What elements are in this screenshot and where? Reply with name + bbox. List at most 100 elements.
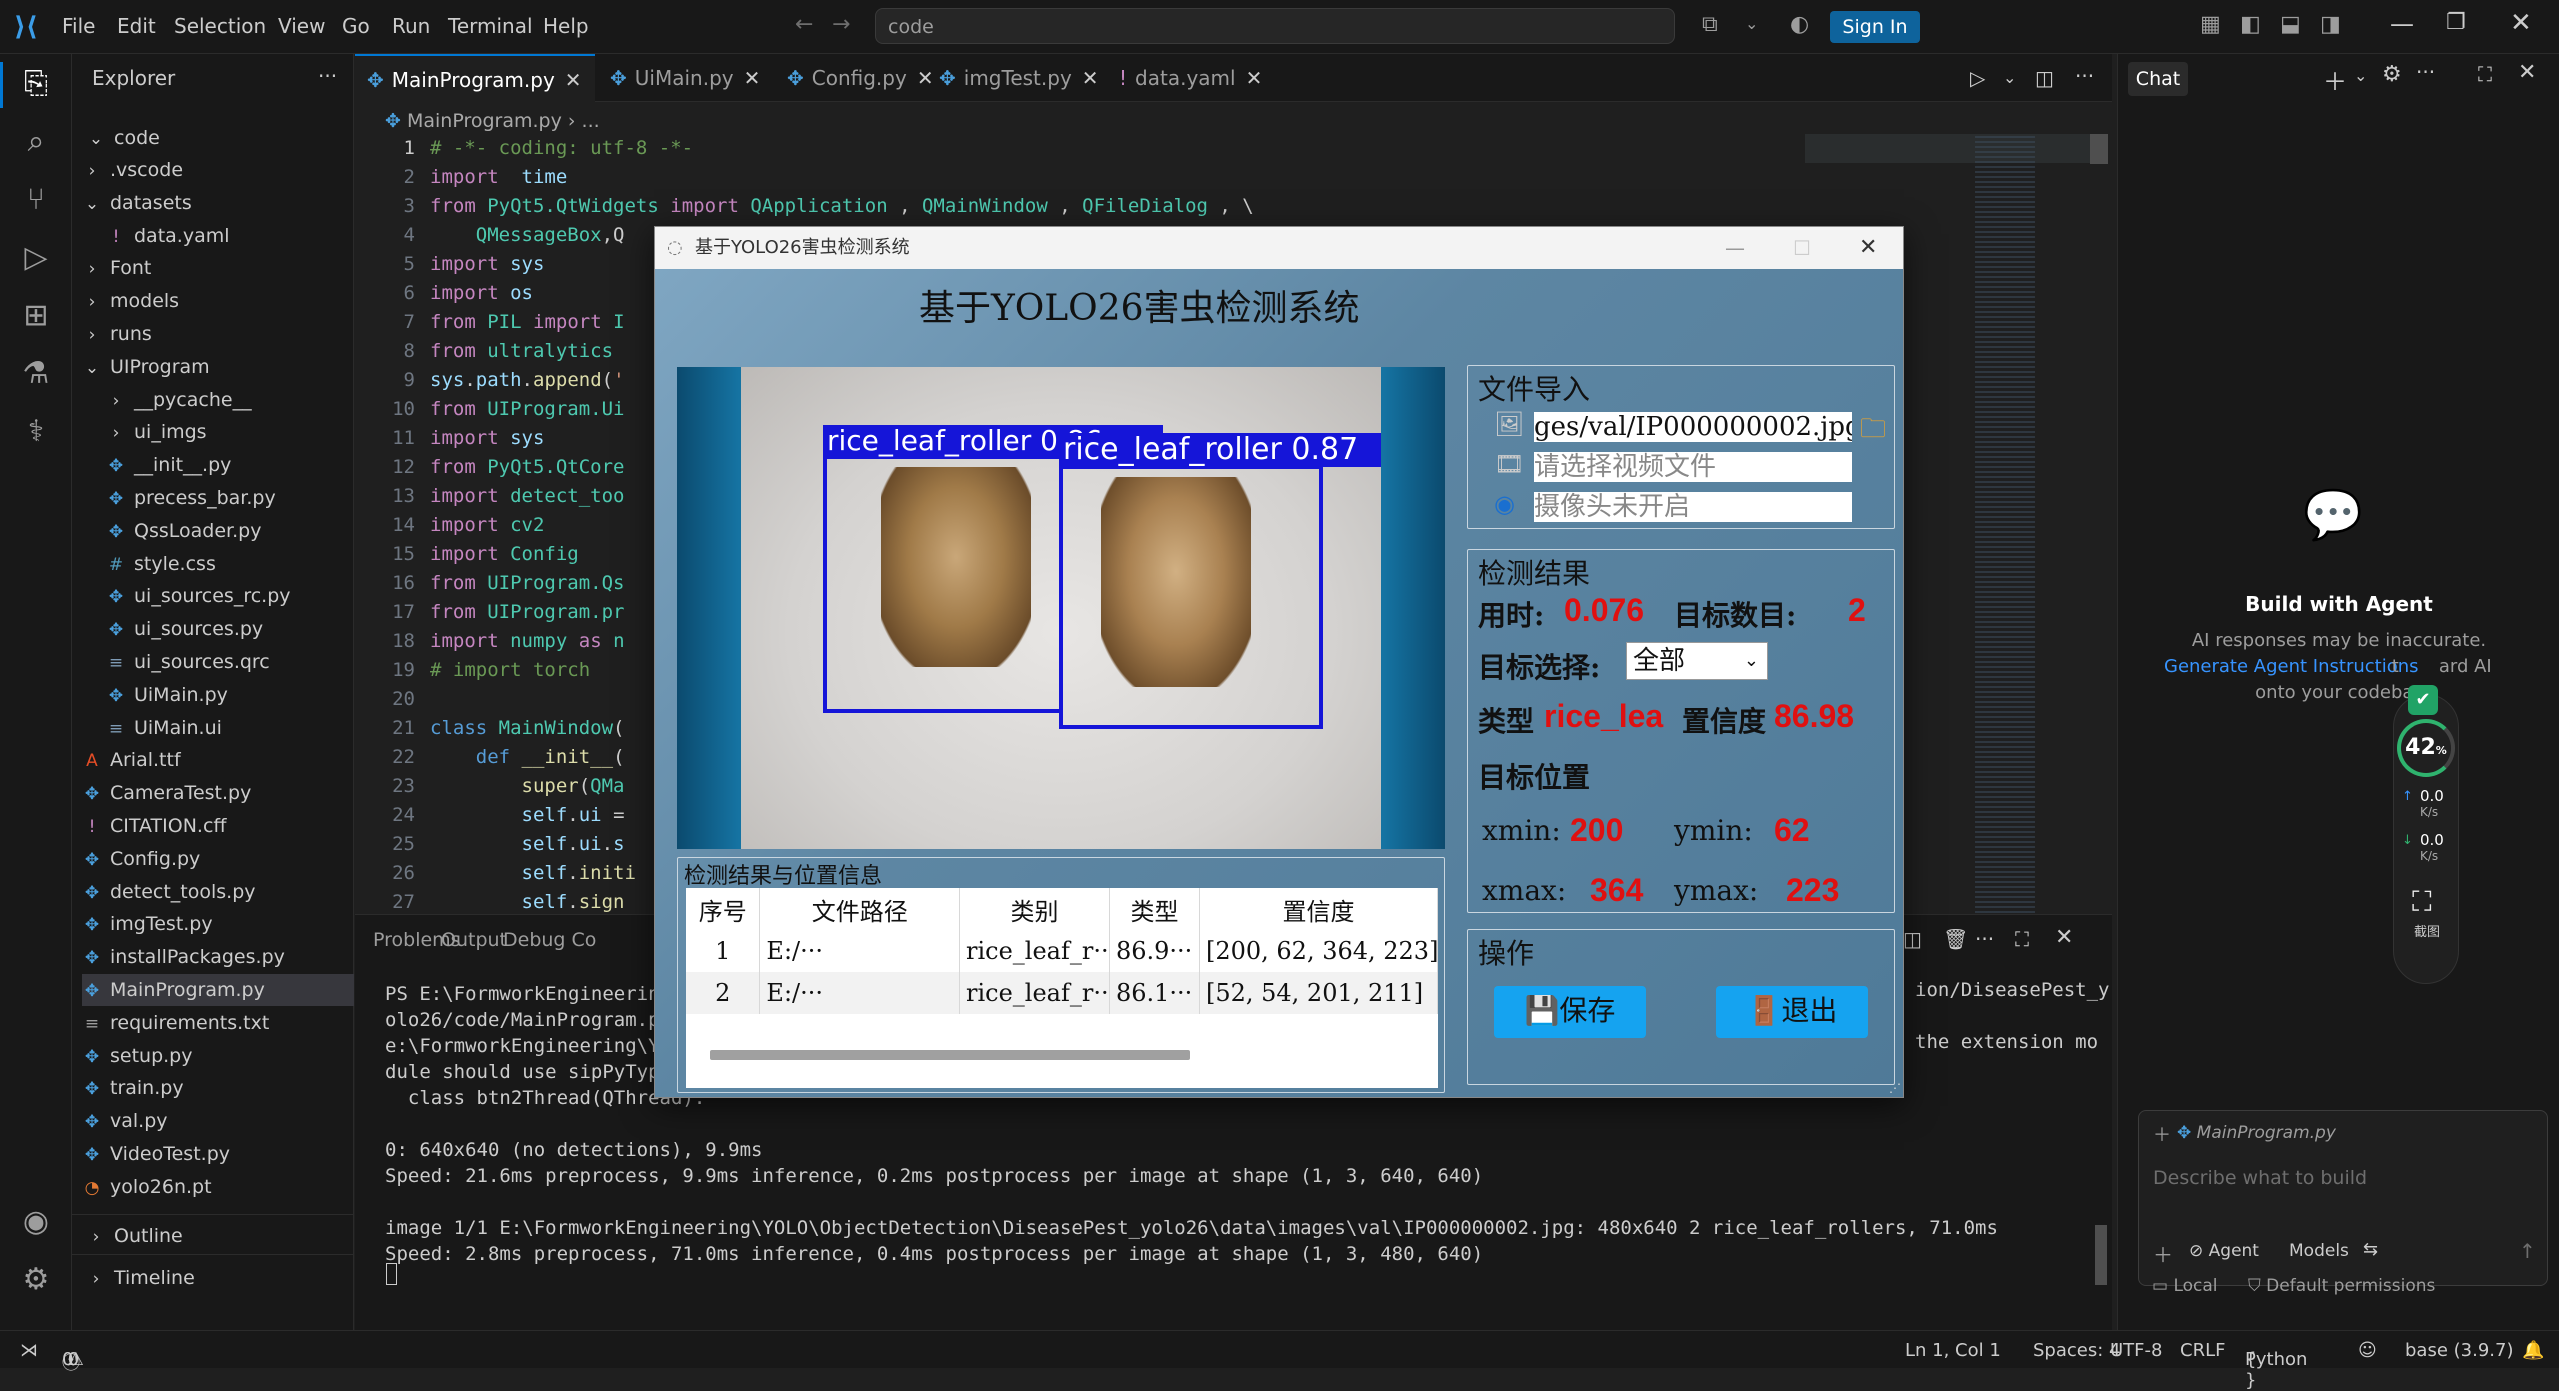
tree-item[interactable]: ✥ Config.py	[82, 843, 200, 875]
table-header-cell[interactable]: 文件路径	[759, 888, 960, 930]
settings-gear-icon[interactable]: ⚙	[16, 1260, 56, 1300]
tree-item[interactable]: ✥ setup.py	[82, 1040, 193, 1072]
tree-item[interactable]: ✥ detect_tools.py	[82, 876, 256, 908]
chevron-down-icon[interactable]: ⌄	[2003, 68, 2016, 87]
table-header-cell[interactable]: 类别	[959, 888, 1110, 930]
chevron-down-icon[interactable]: ⌄	[1745, 14, 1758, 33]
table-header-cell[interactable]: 置信度	[1199, 888, 1438, 930]
indentation[interactable]: Spaces: 4	[2033, 1340, 2120, 1361]
layout-customize-icon[interactable]: ▦	[2200, 12, 2221, 37]
maximize-icon[interactable]: ⛶	[2478, 62, 2492, 86]
breadcrumb-file[interactable]: MainProgram.py	[407, 110, 562, 132]
more-actions-icon[interactable]: ···	[1975, 927, 1994, 951]
menu-view[interactable]: View	[278, 14, 325, 38]
split-editor-icon[interactable]: ◫	[2035, 66, 2054, 90]
problems-status[interactable]: ⓧ 0 ⚠ 0	[62, 1340, 84, 1374]
tree-item[interactable]: › __pycache__	[106, 384, 252, 416]
camera-status-field[interactable]: 摄像头未开启	[1534, 492, 1852, 522]
toggle-secondary-sidebar-icon[interactable]: ◨	[2320, 12, 2341, 37]
exit-button[interactable]: 🚪退出	[1716, 986, 1868, 1038]
toggle-panel-icon[interactable]: ⬓	[2280, 12, 2301, 37]
tree-item[interactable]: ✥ UiMain.py	[106, 679, 228, 711]
end-of-line[interactable]: CRLF	[2180, 1340, 2225, 1361]
video-path-field[interactable]: 请选择视频文件	[1534, 452, 1852, 482]
qt-maximize-icon[interactable]: ☐	[1793, 227, 1811, 269]
image-path-field[interactable]: ges/val/IP000000002.jpg	[1534, 412, 1852, 442]
table-header-cell[interactable]: 类型	[1109, 888, 1200, 930]
close-icon[interactable]: ✕	[2518, 60, 2536, 85]
testing-icon[interactable]: ⚗	[16, 354, 56, 394]
more-actions-icon[interactable]: ···	[318, 64, 337, 88]
trash-icon[interactable]: 🗑	[1943, 927, 1968, 951]
close-tab-icon[interactable]: ✕	[744, 66, 761, 90]
split-terminal-icon[interactable]: ◫	[1903, 927, 1922, 951]
panel-tab-debug-co[interactable]: Debug Co	[503, 929, 596, 951]
source-control-icon[interactable]: ⑂	[16, 180, 56, 220]
chat-title-tab[interactable]: Chat	[2128, 62, 2188, 96]
python-icon[interactable]: ⚕	[16, 412, 56, 452]
tree-item[interactable]: ✥ ui_sources_rc.py	[106, 580, 291, 612]
tree-item[interactable]: ✥ val.py	[82, 1105, 168, 1137]
encoding[interactable]: UTF-8	[2110, 1340, 2162, 1361]
restore-icon[interactable]: ❐	[2446, 10, 2466, 35]
terminal-scrollbar[interactable]	[2095, 1225, 2107, 1285]
copilot-icon[interactable]: ⧉	[1702, 12, 1718, 37]
command-center-search[interactable]: code	[875, 8, 1675, 44]
close-panel-icon[interactable]: ✕	[2055, 925, 2073, 950]
explorer-icon[interactable]: ⎘	[16, 64, 56, 104]
tree-item[interactable]: ! data.yaml	[106, 220, 230, 252]
tree-item[interactable]: ✥ ui_sources.py	[106, 613, 263, 645]
tree-item[interactable]: ✥ QssLoader.py	[106, 515, 262, 547]
tree-item[interactable]: ✥ __init__.py	[106, 449, 232, 481]
tab-config-py[interactable]: ✥ Config.py ✕	[775, 54, 934, 102]
agent-mode-picker[interactable]: ⊘ Agent	[2189, 1241, 2259, 1261]
screenshot-icon[interactable]: ⛶	[2412, 885, 2432, 919]
editor-scrollbar[interactable]	[2090, 134, 2108, 164]
tree-item[interactable]: ⌄ UIProgram	[82, 351, 210, 383]
tree-item[interactable]: › ui_imgs	[106, 416, 207, 448]
menu-terminal[interactable]: Terminal	[448, 14, 533, 38]
panel-tab-output[interactable]: Output	[441, 929, 507, 951]
resize-grip-icon[interactable]: ⋰	[1889, 1081, 1901, 1095]
tree-item[interactable]: › runs	[82, 318, 152, 350]
tree-item[interactable]: ✥ imgTest.py	[82, 908, 213, 940]
cursor-position[interactable]: Ln 1, Col 1	[1905, 1340, 2001, 1361]
tree-item[interactable]: ⌄ datasets	[82, 187, 192, 219]
models-picker[interactable]: Models	[2289, 1241, 2349, 1261]
network-monitor-widget[interactable]: ✔ 42% ↑ 0.0 K/s ↓ 0.0 K/s ⛶ 截图	[2393, 685, 2459, 984]
add-context-icon[interactable]: ＋	[2153, 1121, 2171, 1147]
tree-item[interactable]: ≡ UiMain.ui	[106, 712, 222, 744]
tree-item[interactable]: ≡ requirements.txt	[82, 1007, 269, 1039]
toggle-sidebar-icon[interactable]: ◧	[2240, 12, 2261, 37]
chat-input-box[interactable]: ＋ ✥ MainProgram.py Describe what to buil…	[2138, 1110, 2548, 1286]
context-chip[interactable]: ✥ MainProgram.py	[2177, 1123, 2336, 1143]
target-select[interactable]: 全部 ⌄	[1626, 642, 1768, 680]
new-chat-icon[interactable]: ＋	[2323, 62, 2347, 97]
copilot-status-icon[interactable]: ☺	[2358, 1340, 2377, 1361]
generate-instructions-link[interactable]: Generate Agent Instructions	[2164, 656, 2419, 677]
tree-item[interactable]: ✥ installPackages.py	[82, 941, 285, 973]
forward-arrow-icon[interactable]: →	[832, 12, 850, 37]
back-arrow-icon[interactable]: ←	[795, 12, 813, 37]
timeline-section[interactable]: › Timeline	[86, 1262, 195, 1294]
menu-help[interactable]: Help	[543, 14, 589, 38]
tab-mainprogram-py[interactable]: ✥ MainProgram.py ✕	[355, 54, 595, 102]
run-file-icon[interactable]: ▷	[1970, 66, 1985, 90]
table-row[interactable]: 1 E:/··· rice_leaf_r··· 86.9··· [200, 62, 36…	[686, 930, 1438, 972]
menu-edit[interactable]: Edit	[117, 14, 156, 38]
breadcrumb-symbol[interactable]: ...	[582, 110, 600, 132]
tree-item[interactable]: ✥ precess_bar.py	[106, 482, 276, 514]
open-folder-icon[interactable]: 🗀	[1860, 410, 1886, 454]
local-session-picker[interactable]: ▭ Local	[2152, 1276, 2218, 1296]
close-window-icon[interactable]: ✕	[2510, 8, 2532, 38]
tree-item[interactable]: A Arial.ttf	[82, 744, 180, 776]
results-table-container[interactable]: 序号 文件路径 类别 类型 置信度 1 E:/··· rice_leaf_r··· 86.9·…	[686, 888, 1438, 1088]
add-icon[interactable]: ＋	[2153, 1239, 2173, 1268]
minimize-icon[interactable]: —	[2390, 10, 2414, 38]
qt-close-icon[interactable]: ✕	[1859, 227, 1877, 269]
table-horizontal-scrollbar[interactable]	[710, 1050, 1190, 1060]
tree-root[interactable]: ⌄ code	[86, 122, 160, 154]
more-actions-icon[interactable]: ···	[2075, 64, 2094, 88]
menu-run[interactable]: Run	[392, 14, 430, 38]
save-button[interactable]: 💾保存	[1494, 986, 1646, 1038]
